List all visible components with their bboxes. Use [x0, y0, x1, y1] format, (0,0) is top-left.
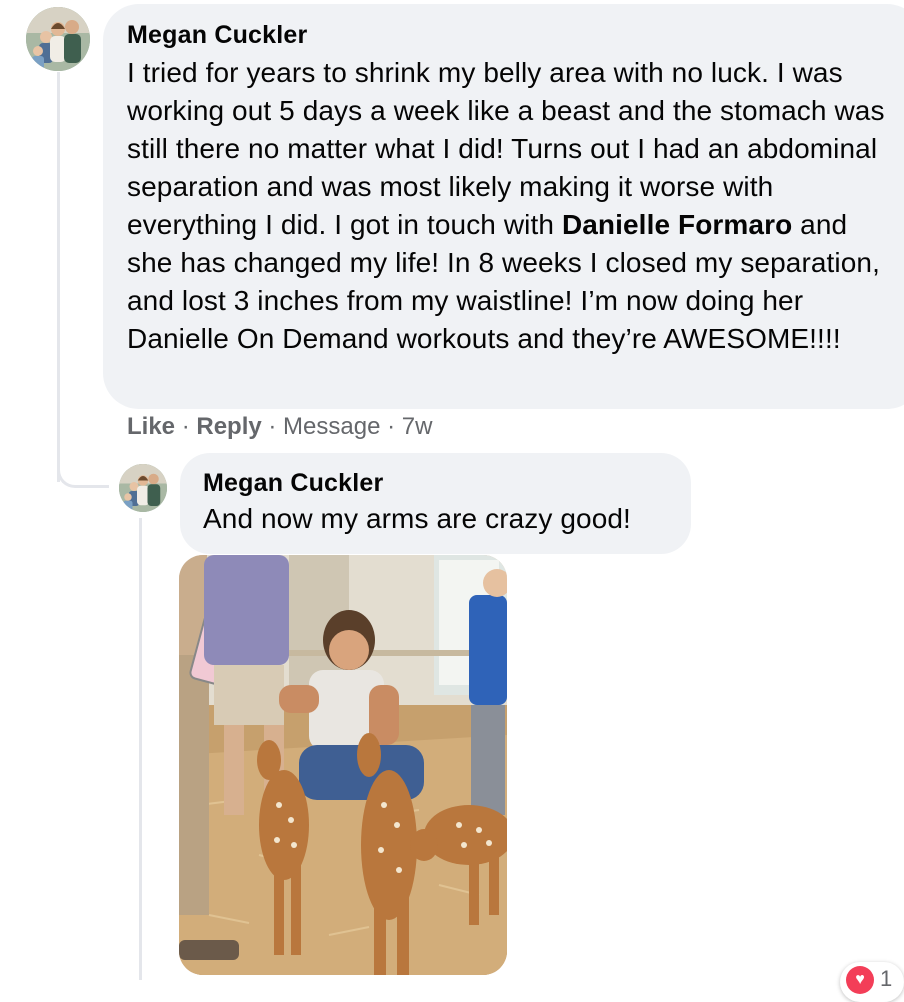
comment-text: I tried for years to shrink my belly are… — [127, 54, 897, 358]
comment-author[interactable]: Megan Cuckler — [127, 20, 904, 50]
reply-avatar[interactable] — [119, 464, 167, 512]
mention-link[interactable]: Danielle Formaro — [562, 209, 792, 240]
message-button[interactable]: Message — [283, 413, 380, 440]
reply-button[interactable]: Reply — [196, 413, 261, 440]
thread-line — [57, 72, 60, 482]
deer-petting-photo — [179, 555, 507, 975]
thread-line-reply — [139, 518, 142, 980]
reply-text: And now my arms are crazy good! — [203, 503, 631, 534]
reaction-badge[interactable]: ♥ 1 — [840, 962, 904, 1002]
reply-bubble: Megan Cuckler And now my arms are crazy … — [180, 453, 691, 554]
family-photo-avatar — [26, 7, 90, 71]
comment-bubble: Megan Cuckler I tried for years to shrin… — [103, 4, 904, 409]
timestamp[interactable]: 7w — [402, 413, 433, 440]
separator: · — [261, 413, 284, 440]
reaction-count: 1 — [880, 966, 893, 991]
comment-actions: Like · Reply · Message · 7w — [127, 411, 432, 443]
family-photo-avatar — [119, 464, 167, 512]
like-button[interactable]: Like — [127, 413, 175, 440]
separator: · — [175, 413, 197, 440]
avatar[interactable] — [26, 7, 90, 71]
reply-author[interactable]: Megan Cuckler — [203, 468, 691, 498]
reply-photo[interactable] — [179, 555, 507, 975]
heart-icon: ♥ — [846, 966, 874, 994]
thread-line-connector — [57, 455, 109, 488]
separator: · — [380, 413, 402, 440]
